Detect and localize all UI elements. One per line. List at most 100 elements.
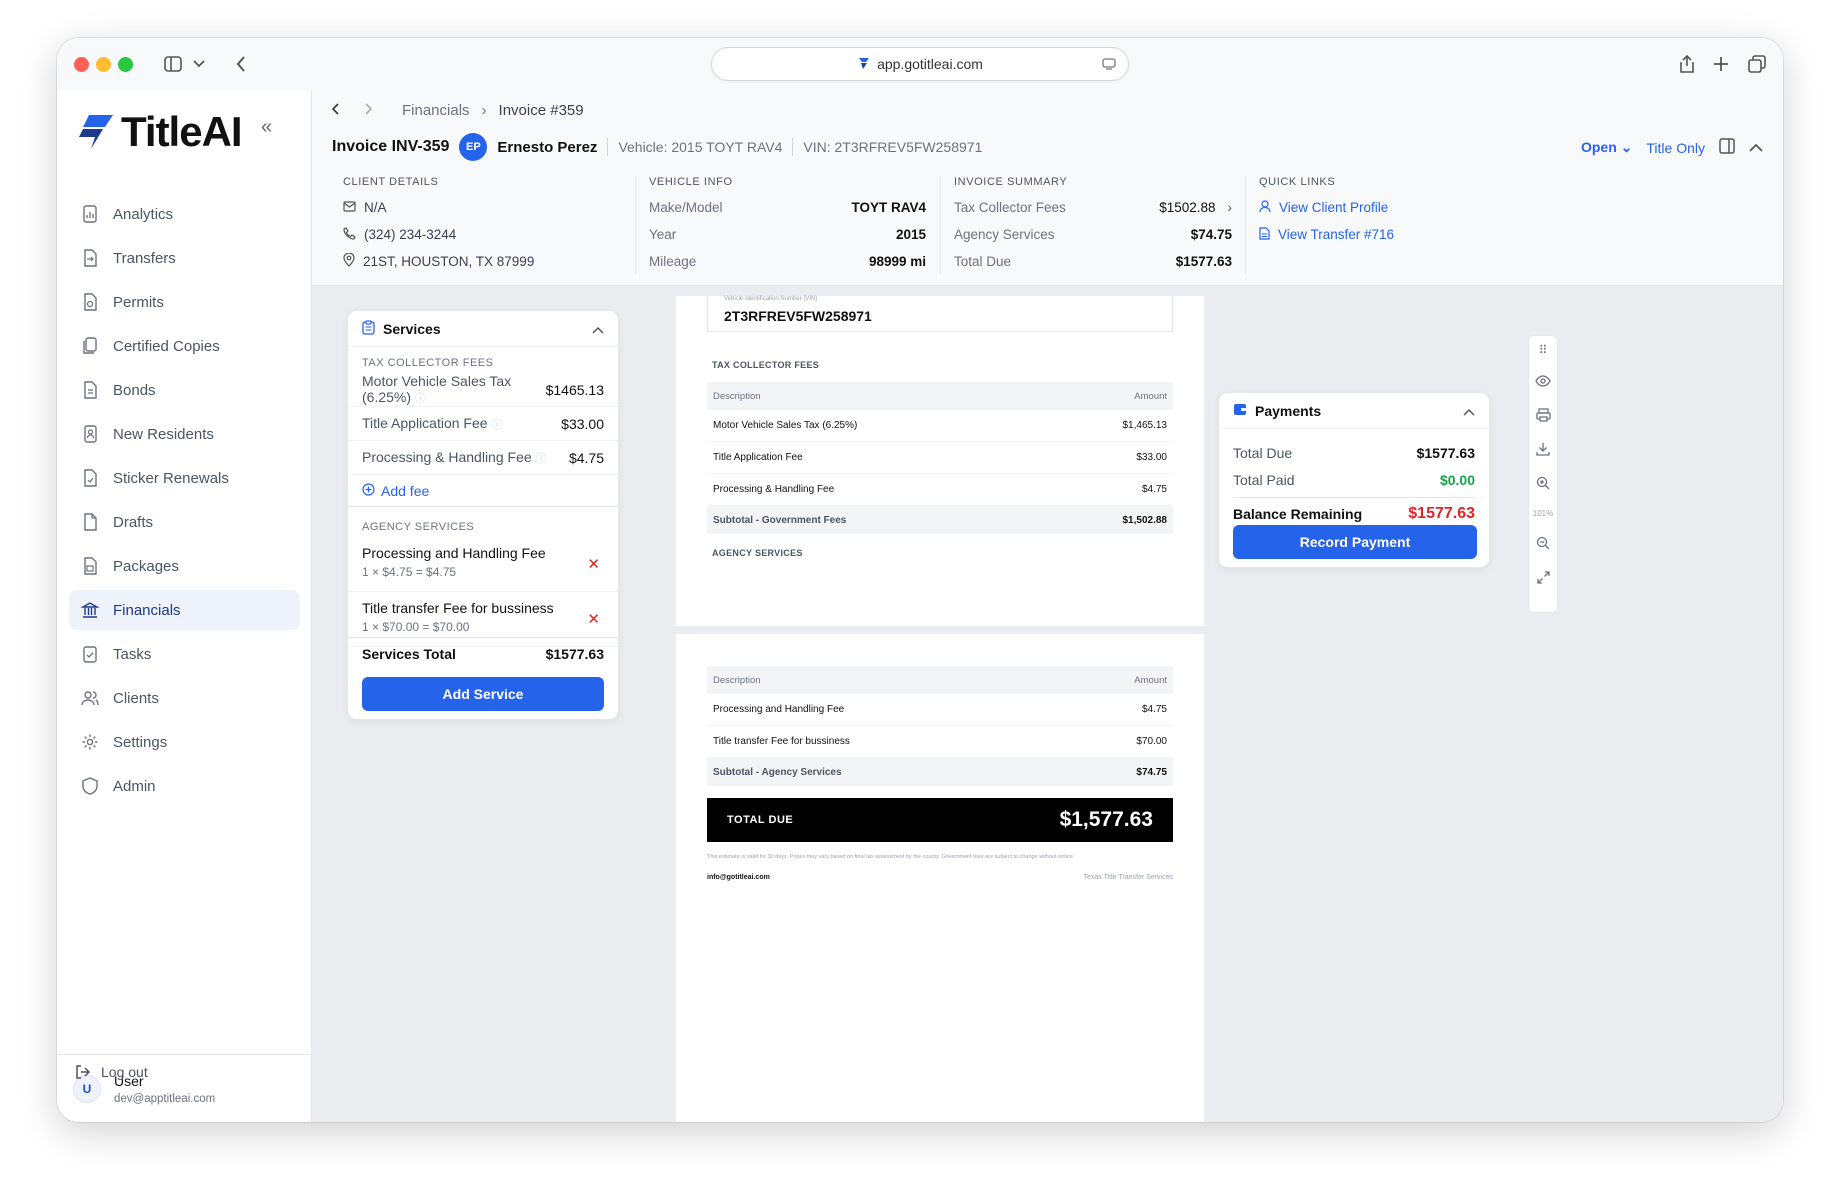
add-fee-button[interactable]: Add fee — [348, 475, 618, 507]
breadcrumb-financials[interactable]: Financials — [402, 102, 470, 119]
sidebar-item-sticker-renewals[interactable]: Sticker Renewals — [69, 458, 300, 498]
sidebar-item-drafts[interactable]: Drafts — [69, 502, 300, 542]
divider — [940, 176, 941, 274]
info-icon[interactable]: ⓘ — [536, 453, 547, 465]
services-header[interactable]: Services — [348, 311, 618, 347]
record-payment-button[interactable]: Record Payment — [1233, 525, 1477, 559]
minimize-window-button[interactable] — [96, 57, 111, 72]
fee-amount: $4.75 — [568, 449, 604, 466]
invoice-type-badge[interactable]: Title Only — [1646, 140, 1705, 156]
balance-value: $1577.63 — [1408, 505, 1475, 522]
maximize-window-button[interactable] — [118, 57, 133, 72]
sidebar-item-financials[interactable]: Financials — [69, 590, 300, 630]
zoom-level: 101% — [1532, 508, 1554, 518]
doc-company: Texas Title Transfer Services — [1083, 874, 1173, 881]
row-desc: Motor Vehicle Sales Tax (6.25%) — [713, 420, 858, 431]
vin-label: VIN: 2T3RFREV5FW258971 — [803, 139, 983, 155]
tax-collector-summary-row[interactable]: Tax Collector Fees $1502.88 › — [954, 194, 1232, 221]
agency-service-item: Processing and Handling Fee 1 × $4.75 = … — [348, 537, 618, 592]
status-dropdown[interactable]: Open ⌄ — [1581, 139, 1632, 156]
chevron-down-icon: ⌄ — [1620, 139, 1633, 155]
sidebar-item-new-residents[interactable]: New Residents — [69, 414, 300, 454]
services-title: Services — [383, 320, 441, 337]
vehicle-info-value: 2015 — [895, 227, 926, 242]
tax-fee-row: Title Application Fee ⓘ $33.00 — [348, 407, 618, 441]
remove-service-icon[interactable]: ✕ — [587, 610, 600, 628]
download-icon[interactable] — [1529, 432, 1557, 466]
drag-handle-icon[interactable]: ⠿ — [1529, 336, 1557, 364]
shield-icon — [82, 777, 98, 795]
collapse-sidebar-icon[interactable]: « — [261, 116, 272, 139]
nav-forward-icon[interactable] — [364, 102, 373, 119]
client-details-header: CLIENT DETAILS — [343, 176, 439, 188]
back-icon[interactable] — [229, 52, 253, 76]
view-client-profile-link[interactable]: View Client Profile — [1259, 194, 1539, 221]
sidebar-item-settings[interactable]: Settings — [69, 722, 300, 762]
brand-name: TitleAI — [121, 108, 243, 155]
vehicle-info-label: Year — [649, 227, 677, 242]
chevron-up-icon[interactable] — [1463, 403, 1475, 419]
total-due-label: Total Due — [1233, 444, 1293, 461]
sidebar-nav: Analytics Transfers Permits Certified Copie… — [69, 194, 300, 810]
sidebar-item-packages[interactable]: Packages — [69, 546, 300, 586]
brand-logo[interactable]: TitleAI — [79, 108, 243, 156]
logout-button[interactable]: Log out — [75, 1064, 148, 1080]
collapse-header-icon[interactable] — [1749, 140, 1763, 156]
summary-label: Tax Collector Fees — [954, 200, 1066, 215]
view-transfer-link[interactable]: View Transfer #716 — [1259, 221, 1539, 248]
browser-toolbar: app.gotitleai.com — [57, 38, 1783, 90]
sidebar-item-tasks[interactable]: Tasks — [69, 634, 300, 674]
vehicle-info-value: TOYT RAV4 — [851, 200, 926, 215]
url-text: app.gotitleai.com — [877, 56, 983, 72]
eye-icon[interactable] — [1529, 364, 1557, 398]
sidebar-item-certified-copies[interactable]: Certified Copies — [69, 326, 300, 366]
doc-tax-table: Description Amount Motor Vehicle Sales Ta… — [707, 382, 1173, 534]
sidebar-toggle-icon[interactable] — [161, 52, 185, 76]
share-icon[interactable] — [1675, 52, 1699, 76]
panel-toggle-icon[interactable] — [1719, 138, 1735, 157]
tax-fee-row: Motor Vehicle Sales Tax (6.25%) ⓘ $1465.1… — [348, 373, 618, 407]
document-toolbar: ⠿ 101% — [1528, 335, 1558, 613]
client-name[interactable]: Ernesto Perez — [497, 139, 597, 156]
remove-service-icon[interactable]: ✕ — [587, 555, 600, 573]
info-icon[interactable]: ⓘ — [491, 419, 502, 431]
client-address: 21ST, HOUSTON, TX 87999 — [363, 254, 535, 269]
tab-overview-icon[interactable] — [1745, 52, 1769, 76]
sidebar-item-permits[interactable]: Permits — [69, 282, 300, 322]
breadcrumb-current: Invoice #359 — [498, 102, 584, 119]
invoice-summary: INVOICE SUMMARY Tax Collector Fees $1502.… — [954, 176, 1232, 275]
add-service-button[interactable]: Add Service — [362, 677, 604, 711]
new-tab-icon[interactable] — [1709, 52, 1733, 76]
sidebar-item-clients[interactable]: Clients — [69, 678, 300, 718]
doc-tax-title: TAX COLLECTOR FEES — [712, 360, 820, 370]
expand-icon[interactable] — [1529, 560, 1557, 594]
table-row: Processing & Handling Fee $4.75 — [707, 474, 1173, 506]
balance-label: Balance Remaining — [1233, 506, 1363, 522]
payments-header[interactable]: Payments — [1219, 393, 1489, 429]
client-phone: (324) 234-3244 — [364, 227, 457, 242]
print-icon[interactable] — [1529, 398, 1557, 432]
user-email: dev@apptitleai.com — [114, 1093, 216, 1105]
sidebar-item-label: Analytics — [113, 205, 174, 223]
total-paid-row: Total Paid $0.00 — [1219, 466, 1489, 493]
sidebar-item-analytics[interactable]: Analytics — [69, 194, 300, 234]
sidebar-item-admin[interactable]: Admin — [69, 766, 300, 806]
zoom-in-icon[interactable] — [1529, 466, 1557, 500]
chevron-down-icon[interactable] — [187, 52, 211, 76]
chevron-up-icon[interactable] — [592, 321, 604, 337]
sidebar-item-transfers[interactable]: Transfers — [69, 238, 300, 278]
total-paid-value: $0.00 — [1439, 471, 1475, 488]
link-label: View Client Profile — [1279, 200, 1389, 215]
nav-back-icon[interactable] — [331, 102, 340, 119]
subtotal-value: $1,502.88 — [1122, 514, 1168, 526]
reader-icon[interactable] — [1102, 57, 1116, 74]
sidebar-item-label: Certified Copies — [113, 337, 220, 355]
info-icon[interactable]: ⓘ — [415, 393, 426, 405]
total-due-value: $1,577.63 — [1059, 808, 1153, 831]
close-window-button[interactable] — [74, 57, 89, 72]
residents-icon — [84, 425, 97, 443]
invoice-title-row: Invoice INV-359 EP Ernesto Perez Vehicle… — [332, 130, 982, 164]
sidebar-item-bonds[interactable]: Bonds — [69, 370, 300, 410]
zoom-out-icon[interactable] — [1529, 526, 1557, 560]
address-bar[interactable]: app.gotitleai.com — [711, 47, 1129, 81]
